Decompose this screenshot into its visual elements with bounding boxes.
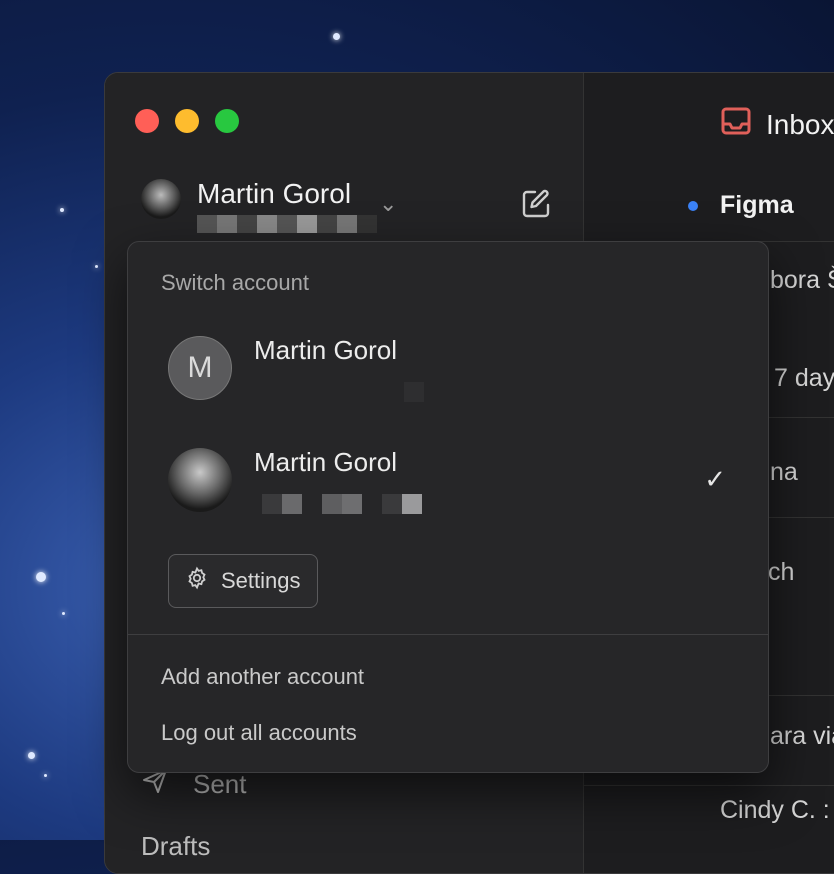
account-name: Martin Gorol — [254, 447, 398, 477]
list-item[interactable]: Cindy C. : — [584, 785, 834, 873]
redacted-email — [404, 382, 424, 402]
account-switcher-trigger[interactable]: Martin Gorol — [141, 179, 377, 233]
window-controls — [135, 109, 239, 133]
sender: ara via — [770, 722, 834, 750]
chevron-down-icon[interactable]: ⌄ — [379, 191, 397, 217]
sender: Cindy C. : — [720, 796, 830, 824]
account-option[interactable]: M Martin Gorol — [168, 336, 424, 402]
sender: na — [770, 458, 798, 486]
inbox-header: Inbox — [720, 105, 834, 144]
sender: Figma — [720, 191, 794, 219]
redacted-email — [262, 494, 422, 514]
list-item[interactable]: Figma — [584, 179, 834, 241]
star — [62, 612, 65, 615]
logout-all-button[interactable]: Log out all accounts — [161, 720, 357, 746]
account-name: Martin Gorol — [197, 178, 352, 209]
star — [44, 774, 47, 777]
sidebar-item-label: Drafts — [141, 831, 211, 861]
page-title: Inbox — [766, 108, 834, 140]
avatar: M — [168, 336, 232, 400]
sender: ch — [768, 558, 795, 586]
sender: bora Š — [770, 266, 834, 294]
account-option-selected[interactable]: Martin Gorol — [168, 448, 422, 514]
close-window-button[interactable] — [135, 109, 159, 133]
menu-title: Switch account — [161, 270, 309, 295]
checkmark-icon: ✓ — [704, 464, 726, 494]
redacted-email — [197, 215, 377, 233]
star — [36, 572, 46, 582]
avatar — [168, 448, 232, 512]
sender: 7 day — [774, 364, 834, 392]
unread-dot — [688, 201, 698, 211]
inbox-tray-icon — [720, 105, 752, 144]
sidebar-item-label: Sent — [193, 769, 247, 799]
minimize-window-button[interactable] — [175, 109, 199, 133]
star — [333, 33, 340, 40]
star — [95, 265, 98, 268]
settings-label: Settings — [221, 568, 301, 593]
account-name: Martin Gorol — [254, 335, 398, 365]
gear-icon — [185, 566, 209, 596]
avatar — [141, 179, 181, 219]
settings-button[interactable]: Settings — [168, 554, 318, 608]
compose-icon[interactable] — [519, 187, 553, 221]
star — [28, 752, 35, 759]
account-switcher-menu: Switch account M Martin Gorol Martin Gor… — [127, 241, 769, 773]
sidebar-item-drafts[interactable]: Drafts — [141, 831, 210, 862]
star — [60, 208, 64, 212]
add-account-button[interactable]: Add another account — [161, 664, 364, 690]
zoom-window-button[interactable] — [215, 109, 239, 133]
divider — [128, 634, 768, 635]
